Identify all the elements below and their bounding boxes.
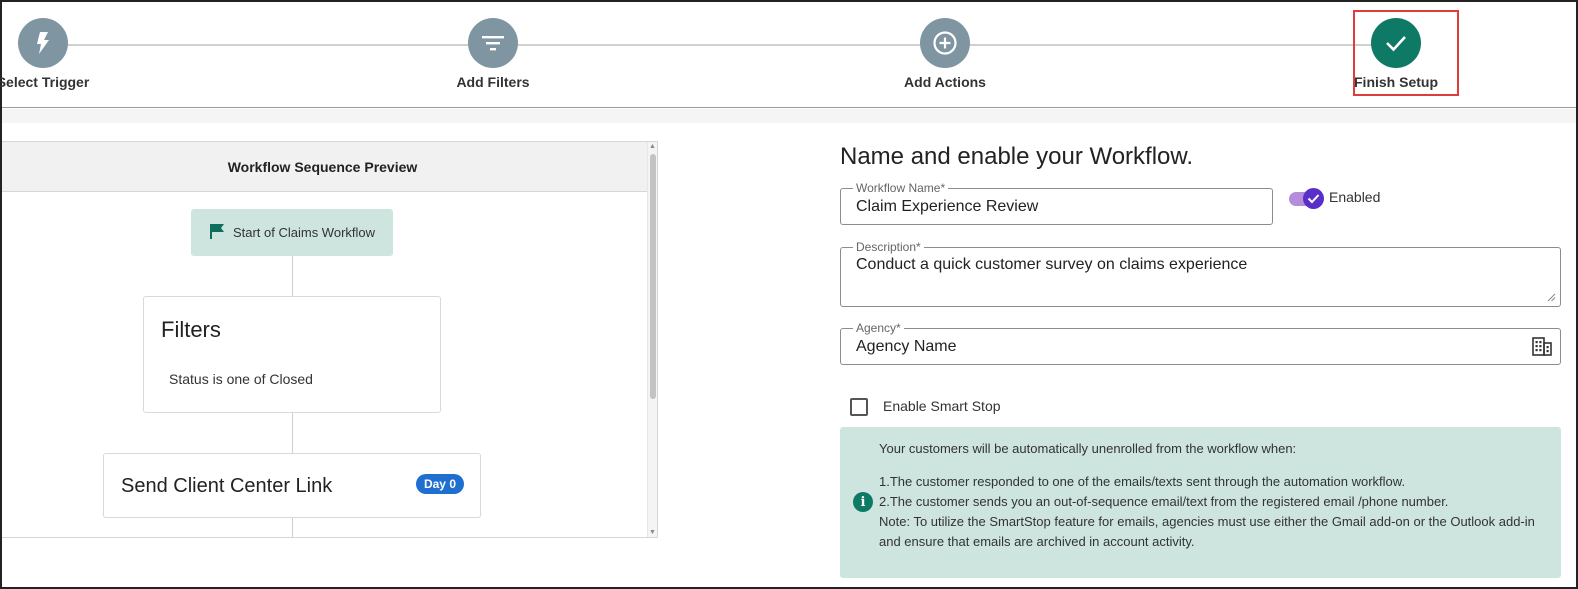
divider-band	[2, 109, 1576, 123]
workflow-name-value[interactable]: Claim Experience Review	[856, 198, 1038, 216]
agency-field[interactable]: Agency* Agency Name	[840, 321, 1561, 365]
form-title: Name and enable your Workflow.	[840, 143, 1194, 170]
filter-icon	[468, 18, 518, 68]
scroll-thumb[interactable]	[650, 154, 656, 399]
smart-stop-label[interactable]: Enable Smart Stop	[883, 398, 1001, 414]
action-card[interactable]: Send Client Center Link Day 0	[103, 453, 481, 518]
agency-label: Agency*	[853, 321, 904, 335]
scroll-up-icon[interactable]: ▲	[649, 143, 656, 150]
info-lines: 1.The customer responded to one of the e…	[879, 472, 1551, 552]
connector-line	[292, 413, 293, 453]
enabled-toggle[interactable]	[1289, 187, 1325, 209]
flag-icon	[209, 223, 225, 242]
description-label: Description*	[853, 240, 924, 254]
info-intro: Your customers will be automatically une…	[879, 441, 1297, 456]
info-line-2: 2.The customer sends you an out-of-seque…	[879, 494, 1449, 509]
plus-circle-icon	[920, 18, 970, 68]
description-value[interactable]: Conduct a quick customer survey on claim…	[856, 256, 1247, 274]
start-node-label: Start of Claims Workflow	[232, 225, 376, 240]
step-select-trigger[interactable]: Select Trigger	[0, 18, 103, 90]
step-label: Add Actions	[904, 74, 986, 90]
check-icon	[1303, 188, 1324, 209]
step-add-filters[interactable]: Add Filters	[433, 18, 553, 90]
step-label: Add Filters	[456, 74, 530, 90]
workflow-name-label: Workflow Name*	[853, 181, 949, 195]
agency-value[interactable]: Agency Name	[856, 338, 957, 356]
connector-line	[292, 256, 293, 296]
info-note: Note: To utilize the SmartStop feature f…	[879, 514, 1535, 549]
filters-card[interactable]: Filters Status is one of Closed	[143, 296, 441, 413]
info-icon: i	[853, 492, 873, 512]
workflow-stepper: Select Trigger Add Filters Add Actions F…	[0, 2, 1576, 108]
enabled-label: Enabled	[1329, 189, 1381, 205]
preview-header: Workflow Sequence Preview	[2, 142, 657, 192]
workflow-sequence-preview: Workflow Sequence Preview Start of Claim…	[2, 141, 658, 538]
smart-stop-info: i Your customers will be automatically u…	[840, 427, 1561, 578]
active-step-highlight	[1353, 10, 1459, 96]
connector-line	[292, 518, 293, 537]
start-node[interactable]: Start of Claims Workflow	[191, 209, 393, 256]
filters-title: Filters	[161, 317, 221, 342]
day-badge: Day 0	[415, 474, 464, 494]
resize-grip-icon[interactable]	[1547, 293, 1556, 302]
stepper-connector	[43, 44, 1396, 46]
filters-condition: Status is one of Closed	[169, 371, 313, 387]
step-label: Select Trigger	[0, 74, 90, 90]
preview-scrollbar[interactable]: ▲ ▼	[647, 142, 657, 537]
smart-stop-checkbox[interactable]	[850, 398, 868, 416]
action-title: Send Client Center Link	[121, 475, 333, 497]
building-icon[interactable]	[1532, 337, 1552, 361]
step-add-actions[interactable]: Add Actions	[885, 18, 1005, 90]
description-field[interactable]: Description* Conduct a quick customer su…	[840, 240, 1561, 307]
scroll-down-icon[interactable]: ▼	[649, 529, 656, 536]
workflow-name-field[interactable]: Workflow Name* Claim Experience Review	[840, 181, 1273, 225]
info-line-1: 1.The customer responded to one of the e…	[879, 474, 1406, 489]
bolt-icon	[18, 18, 68, 68]
